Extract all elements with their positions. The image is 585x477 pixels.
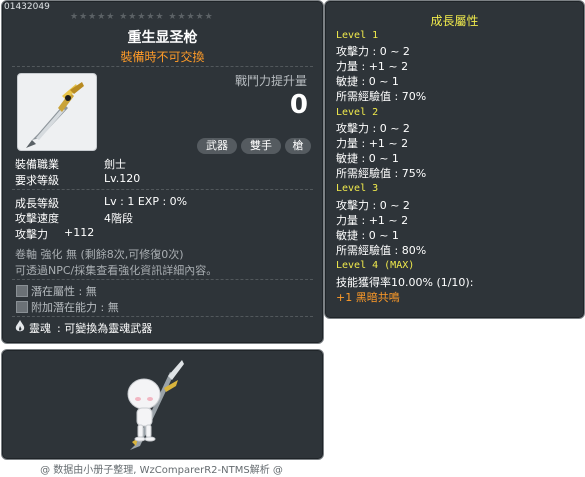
potential-text: 潛在屬性 : 無 [31,285,97,298]
attack-power-value: +112 [64,226,95,239]
growth-attributes-panel: 成長屬性 Level 1 攻擊力 : 0 ~ 2 力量 : +1 ~ 2 敏捷 … [324,0,585,319]
divider [12,66,313,67]
growth-stat: 攻擊力 : 0 ~ 2 [336,45,410,58]
tag-spear: 槍 [285,138,311,154]
skill-acquire-rate: 技能獲得率10.00% (1/10): [336,276,474,289]
growth-stat: 敏捷 : 0 ~ 1 [336,152,399,165]
required-level-label: 要求等級 [15,174,59,187]
soul-flame-icon [15,320,25,332]
item-icon-frame [17,73,97,151]
growth-level-value: Lv : 1 EXP : 0% [104,195,188,208]
growth-stat: 所需經驗值 : 80% [336,244,427,257]
growth-stat: 力量 : +1 ~ 2 [336,60,409,73]
data-credit-footer: @ 数据由小册子整理, WzComparerR2-NTMS解析 @ [40,465,283,476]
character-preview-panel [1,349,324,460]
item-id: 01432049 [4,2,50,12]
power-increase-value: 0 [289,90,308,120]
trade-restriction: 裝備時不可交換 [120,50,205,64]
growth-stat: 攻擊力 : 0 ~ 2 [336,122,410,135]
additional-potential-icon [16,301,28,313]
growth-level-max: Level 4 (MAX) [336,260,415,271]
growth-stat: 攻擊力 : 0 ~ 2 [336,199,410,212]
additional-potential-text: 附加潛在能力 : 無 [31,301,119,314]
growth-title: 成長屬性 [430,14,479,28]
character-avatar [127,360,184,450]
attack-speed-value: 4階段 [104,212,133,225]
tag-two-handed: 雙手 [241,138,281,154]
item-name: 重生显圣枪 [127,30,198,46]
soul-label: 靈魂 [29,322,51,335]
potential-icon [16,285,28,297]
growth-level-label: 成長等級 [15,197,59,210]
skill-name: +1 黑暗共鳴 [336,291,400,304]
spear-icon [26,82,84,148]
growth-stat: 所需經驗值 : 75% [336,167,427,180]
growth-stat: 力量 : +1 ~ 2 [336,214,409,227]
star-force-stars: ★★★★★ ★★★★★ ★★★★★ [70,12,214,22]
divider [12,316,313,317]
growth-stat: 敏捷 : 0 ~ 1 [336,229,399,242]
divider [12,189,313,190]
soul-value: : 可變換為靈魂武器 [57,322,153,335]
equip-job-value: 劍士 [104,158,126,171]
divider [12,279,313,280]
item-tooltip-panel: 01432049 ★★★★★ ★★★★★ ★★★★★ 重生显圣枪 裝備時不可交換… [1,0,324,344]
attack-speed-label: 攻擊速度 [15,212,59,225]
growth-level-3: Level 3 [336,183,379,194]
npc-info-hint: 可透過NPC/採集查看強化資訊詳細內容。 [15,264,218,277]
growth-level-1: Level 1 [336,30,379,41]
power-increase-label: 戰鬥力提升量 [234,74,307,88]
growth-stat: 敏捷 : 0 ~ 1 [336,75,399,88]
growth-stat: 力量 : +1 ~ 2 [336,137,409,150]
scroll-upgrade-info: 卷軸 強化 無 (剩餘8次,可修復0次) [15,248,184,261]
equip-job-label: 裝備職業 [15,158,59,171]
tag-weapon: 武器 [197,138,237,154]
growth-level-2: Level 2 [336,107,379,118]
attack-power-label: 攻擊力 [15,228,48,241]
required-level-value: Lv.120 [104,172,141,185]
growth-stat: 所需經驗值 : 70% [336,90,427,103]
